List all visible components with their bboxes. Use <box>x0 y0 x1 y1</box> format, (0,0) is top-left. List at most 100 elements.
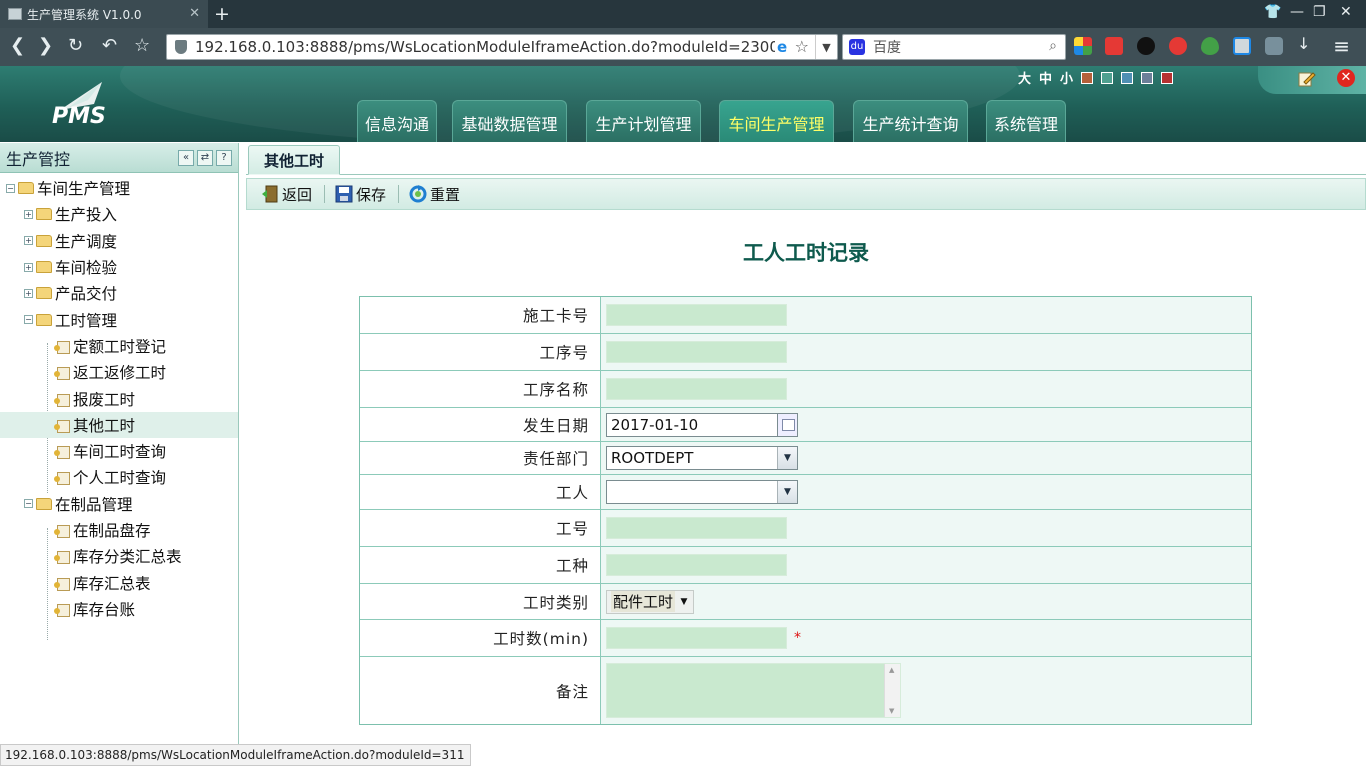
tree-folder[interactable]: − 在制品管理 <box>0 491 238 517</box>
search-icon[interactable]: ⌕ <box>1049 38 1057 54</box>
required-mark: * <box>794 630 801 646</box>
tree-leaf[interactable]: 库存汇总表 <box>0 569 238 595</box>
logout-close-icon[interactable]: ✕ <box>1337 69 1355 87</box>
work-hours-form: 施工卡号 工序号 工序名称 发生日期 2017-01-10 责任部门 ROOTD… <box>359 296 1252 725</box>
chevron-down-icon[interactable]: ▼ <box>777 481 797 503</box>
collapse-icon[interactable]: « <box>178 150 194 166</box>
caret-down-icon[interactable]: ▼ <box>675 597 693 607</box>
worker-no-input[interactable] <box>606 517 787 539</box>
font-size-small[interactable]: 小 <box>1060 68 1073 87</box>
expand-node-icon[interactable]: + <box>24 236 33 246</box>
minutes-input[interactable] <box>606 627 787 649</box>
content-tab-other-hours[interactable]: 其他工时 <box>248 145 340 175</box>
font-size-large[interactable]: 大 <box>1018 68 1031 87</box>
tree-folder[interactable]: + 车间检验 <box>0 254 238 280</box>
maximize-button[interactable]: ❐ <box>1313 4 1326 20</box>
form-row-process-name: 工序名称 <box>360 371 1251 408</box>
close-tab-icon[interactable]: ✕ <box>189 6 200 21</box>
edit-note-icon[interactable] <box>1298 70 1316 88</box>
tree-leaf[interactable]: 在制品盘存 <box>0 517 238 543</box>
chevron-down-icon[interactable]: ▼ <box>777 447 797 469</box>
expand-node-icon[interactable]: + <box>24 262 33 272</box>
tree-label: 在制品管理 <box>55 495 133 514</box>
theme-swatch-red[interactable] <box>1161 71 1174 84</box>
form-row-minutes: 工时数(min) * <box>360 620 1251 657</box>
tree-folder[interactable]: − 车间生产管理 <box>0 175 238 201</box>
back-button[interactable]: 返回 <box>261 184 312 205</box>
nav-tab-basedata[interactable]: 基础数据管理 <box>452 100 567 142</box>
theme-swatch-blue[interactable] <box>1121 71 1134 84</box>
favorite-star-icon[interactable]: ☆ <box>795 37 809 56</box>
nav-tab-workshop[interactable]: 车间生产管理 <box>719 100 834 142</box>
work-type-input[interactable] <box>606 554 787 576</box>
tree-leaf[interactable]: 定额工时登记 <box>0 333 238 359</box>
tree-leaf[interactable]: 报废工时 <box>0 385 238 411</box>
font-size-medium[interactable]: 中 <box>1039 68 1052 87</box>
tree-label: 报废工时 <box>73 390 136 409</box>
download-icon[interactable]: ↓ <box>1297 34 1315 53</box>
tree-leaf[interactable]: 个人工时查询 <box>0 464 238 490</box>
nav-tab-system[interactable]: 系统管理 <box>986 100 1066 142</box>
bookmark-star-icon[interactable]: ☆ <box>134 36 150 56</box>
close-window-button[interactable]: ✕ <box>1340 4 1352 20</box>
tree-leaf[interactable]: 其他工时 <box>0 411 238 438</box>
worker-select[interactable]: ▼ <box>606 480 798 504</box>
forward-icon[interactable]: ❯ <box>38 36 53 56</box>
minimize-button[interactable]: — <box>1290 4 1304 20</box>
url-text[interactable]: 192.168.0.103:8888/pms/WsLocationModuleI… <box>195 38 775 56</box>
collapse-node-icon[interactable]: − <box>24 315 33 325</box>
nav-tab-statistics[interactable]: 生产统计查询 <box>853 100 968 142</box>
theme-swatch-green[interactable] <box>1101 71 1114 84</box>
theme-swatch-gray[interactable] <box>1141 71 1154 84</box>
date-value[interactable]: 2017-01-10 <box>607 416 777 434</box>
expand-node-icon[interactable]: + <box>24 288 33 298</box>
nav-tab-info[interactable]: 信息沟通 <box>357 100 437 142</box>
tree-folder[interactable]: + 生产投入 <box>0 201 238 227</box>
address-bar[interactable]: 192.168.0.103:8888/pms/WsLocationModuleI… <box>166 34 838 60</box>
search-box[interactable]: du 百度 ⌕ <box>842 34 1066 60</box>
tree-leaf[interactable]: 车间工时查询 <box>0 438 238 464</box>
process-no-input[interactable] <box>606 341 787 363</box>
shirt-icon[interactable]: 👕 <box>1264 4 1281 20</box>
url-dropdown-icon[interactable]: ▼ <box>815 35 837 59</box>
back-icon[interactable]: ❮ <box>10 36 25 56</box>
reset-button[interactable]: 重置 <box>409 184 460 205</box>
collapse-node-icon[interactable]: − <box>24 499 33 509</box>
menu-icon[interactable]: ≡ <box>1333 34 1350 58</box>
screenshot-icon[interactable] <box>1233 37 1251 55</box>
date-field[interactable]: 2017-01-10 <box>606 412 798 437</box>
remark-textarea[interactable] <box>606 663 901 718</box>
tree-folder[interactable]: − 工时管理 <box>0 306 238 332</box>
dept-select[interactable]: ROOTDEPT ▼ <box>606 446 798 470</box>
reload-icon[interactable]: ↻ <box>68 36 83 56</box>
card-no-input[interactable] <box>606 304 787 326</box>
help-icon[interactable]: ? <box>216 150 232 166</box>
nav-tab-plan[interactable]: 生产计划管理 <box>586 100 701 142</box>
tree-leaf[interactable]: 库存分类汇总表 <box>0 543 238 569</box>
tree-leaf[interactable]: 返工返修工时 <box>0 359 238 385</box>
ie-compat-icon[interactable]: e <box>777 38 787 56</box>
save-button[interactable]: 保存 <box>335 184 386 205</box>
process-name-input[interactable] <box>606 378 787 400</box>
brightness-icon[interactable] <box>1137 37 1155 55</box>
expand-node-icon[interactable]: + <box>24 209 33 219</box>
textarea-scrollbar[interactable] <box>884 664 900 717</box>
tree-folder[interactable]: + 生产调度 <box>0 228 238 254</box>
hour-type-select[interactable]: 配件工时 ▼ <box>606 589 695 614</box>
tree-folder[interactable]: + 产品交付 <box>0 280 238 306</box>
undo-icon[interactable]: ↶ <box>102 36 117 56</box>
hour-type-value: 配件工时 <box>611 591 676 612</box>
browser-tab[interactable]: 生产管理系统 V1.0.0 ✕ <box>0 0 208 28</box>
video-icon[interactable] <box>1105 37 1123 55</box>
tree-leaf[interactable]: 库存台账 <box>0 596 238 622</box>
theme-swatch-brown[interactable] <box>1081 71 1094 84</box>
camera-icon[interactable] <box>1265 37 1283 55</box>
adblock-icon[interactable] <box>1169 37 1187 55</box>
field-label: 工时类别 <box>360 584 601 619</box>
new-tab-button[interactable]: + <box>214 3 230 25</box>
apps-grid-icon[interactable] <box>1074 37 1092 55</box>
drop-icon[interactable] <box>1201 37 1219 55</box>
collapse-node-icon[interactable]: − <box>6 183 15 193</box>
calendar-icon[interactable] <box>777 413 797 436</box>
refresh-icon[interactable]: ⇄ <box>197 150 213 166</box>
